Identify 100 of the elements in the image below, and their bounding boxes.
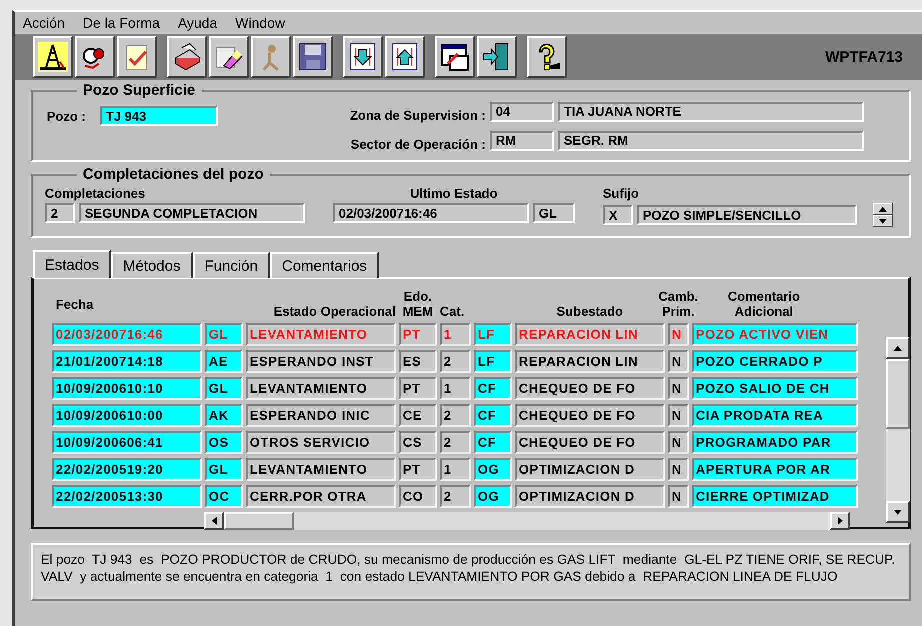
- caret-down-icon: [879, 218, 887, 224]
- field-label: Pozo :: [47, 108, 86, 124]
- toolbar-button[interactable]: [385, 36, 425, 78]
- code-cell: OC: [205, 485, 243, 508]
- category-cell: 2: [440, 404, 471, 427]
- substatus-cell: OPTIMIZACION D: [515, 458, 665, 481]
- toolbar-button[interactable]: [117, 36, 157, 78]
- type-cell: OG: [474, 458, 512, 481]
- completacion-number-field[interactable]: 2: [45, 203, 75, 223]
- type-cell: OG: [474, 485, 512, 508]
- column-header: Camb. Prim.: [658, 289, 698, 319]
- toolbar-button[interactable]: [209, 36, 249, 78]
- category-cell: 1: [440, 377, 471, 400]
- toolbar-button[interactable]: [167, 36, 207, 78]
- vertical-scrollbar[interactable]: [886, 337, 910, 523]
- menu-item[interactable]: De la Forma: [83, 15, 160, 31]
- toolbar-button[interactable]: [343, 36, 383, 78]
- scroll-thumb[interactable]: [886, 359, 910, 429]
- scroll-down-button[interactable]: [886, 501, 910, 523]
- column-header: Subestado: [556, 304, 624, 319]
- caret-left-icon: [212, 517, 216, 525]
- mem-cell: CS: [399, 431, 437, 454]
- mem-cell: PT: [399, 458, 437, 481]
- save-icon: [298, 42, 328, 72]
- mem-cell: CO: [399, 485, 437, 508]
- horizontal-scrollbar[interactable]: [204, 512, 850, 530]
- toolbar-button[interactable]: [477, 36, 517, 78]
- status-cell: OTROS SERVICIO: [246, 431, 396, 454]
- caret-up-icon: [879, 206, 887, 212]
- scroll-left-button[interactable]: [204, 512, 224, 530]
- toolbar-button[interactable]: [293, 36, 333, 78]
- code-cell: GL: [205, 323, 243, 346]
- type-cell: LF: [474, 350, 512, 373]
- column-header: Estado Operacional: [274, 304, 396, 319]
- menu-item[interactable]: Window: [236, 15, 286, 31]
- completacion-name-field[interactable]: SEGUNDA COMPLETACION: [79, 203, 305, 223]
- type-cell: CF: [474, 404, 512, 427]
- type-cell: CF: [474, 377, 512, 400]
- tab[interactable]: Comentarios: [270, 252, 380, 278]
- menu-item[interactable]: Ayuda: [178, 15, 218, 31]
- arrow-down-icon: [348, 42, 378, 72]
- scroll-right-button[interactable]: [830, 512, 850, 530]
- status-message: El pozo TJ 943 es POZO PRODUCTOR de CRUDO, su mecanismo de producción es GAS LIFT mediante GL-EL PZ TIENE ORIF, SE RECUP. VALV y actualmente se encuentra en categoria 1 con estado LEVANTAMIENTO POR GAS debido a REPARACION LINEA DE FLUJO: [31, 543, 911, 601]
- type-cell: CF: [474, 431, 512, 454]
- scroll-thumb[interactable]: [224, 512, 294, 530]
- status-cell: ESPERANDO INST: [246, 350, 396, 373]
- change-cell: N: [668, 323, 689, 346]
- zona-name-field[interactable]: TIA JUANA NORTE: [558, 102, 864, 122]
- sufijo-name-field[interactable]: POZO SIMPLE/SENCILLO: [637, 205, 857, 225]
- category-cell: 1: [440, 323, 471, 346]
- change-cell: N: [668, 404, 689, 427]
- sector-code-field[interactable]: RM: [490, 130, 554, 150]
- date-cell: 21/01/200714:18: [52, 350, 202, 373]
- tab[interactable]: Estados: [33, 250, 112, 278]
- sector-name-field[interactable]: SEGR. RM: [558, 130, 864, 150]
- substatus-cell: CHEQUEO DE FO: [515, 377, 665, 400]
- comment-cell: CIA PRODATA REA: [692, 404, 858, 427]
- status-cell: LEVANTAMIENTO: [246, 458, 396, 481]
- change-cell: N: [668, 377, 689, 400]
- arrow-up-icon: [390, 42, 420, 72]
- date-cell: 02/03/200716:46: [52, 323, 202, 346]
- tab[interactable]: Métodos: [111, 252, 193, 278]
- tab[interactable]: Función: [192, 252, 270, 278]
- ultimo-estado-date-field[interactable]: 02/03/200716:46: [333, 203, 529, 223]
- mem-cell: PT: [399, 377, 437, 400]
- column-header: Fecha: [55, 296, 94, 312]
- category-cell: 2: [440, 485, 471, 508]
- comment-cell: CIERRE OPTIMIZAD: [692, 485, 858, 508]
- category-cell: 2: [440, 431, 471, 454]
- substatus-cell: CHEQUEO DE FO: [515, 404, 665, 427]
- toolbar-button[interactable]: [33, 36, 73, 78]
- type-cell: LF: [474, 323, 512, 346]
- toolbar-button[interactable]: [75, 36, 115, 78]
- substatus-cell: REPARACION LIN: [515, 323, 665, 346]
- zona-code-field[interactable]: 04: [490, 102, 554, 122]
- caret-down-icon: [894, 510, 902, 514]
- category-cell: 2: [440, 350, 471, 373]
- substatus-cell: CHEQUEO DE FO: [515, 431, 665, 454]
- date-cell: 22/02/200513:30: [52, 485, 202, 508]
- date-cell: 10/09/200610:00: [52, 404, 202, 427]
- code-cell: GL: [205, 458, 243, 481]
- pozo-field[interactable]: TJ 943: [100, 106, 218, 126]
- comment-cell: POZO SALIO DE CH: [692, 377, 858, 400]
- menu-item[interactable]: Acción: [23, 15, 66, 31]
- scroll-up-button[interactable]: [886, 337, 910, 359]
- toolbar-button[interactable]: [527, 36, 567, 78]
- caret-right-icon: [838, 517, 842, 525]
- comment-cell: POZO CERRADO P: [692, 350, 858, 373]
- column-header: Cat.: [440, 304, 465, 319]
- date-cell: 10/09/200610:10: [52, 377, 202, 400]
- oil-rig-icon: [38, 42, 68, 72]
- toolbar-button[interactable]: [251, 36, 291, 78]
- spin-down-button[interactable]: [873, 215, 893, 227]
- change-cell: N: [668, 458, 689, 481]
- spin-up-button[interactable]: [873, 203, 893, 215]
- toolbar-button[interactable]: [435, 36, 475, 78]
- sufijo-code-field[interactable]: X: [603, 205, 633, 225]
- ultimo-estado-code-field[interactable]: GL: [533, 203, 575, 223]
- comment-cell: PROGRAMADO PAR: [692, 431, 858, 454]
- substatus-cell: OPTIMIZACION D: [515, 485, 665, 508]
